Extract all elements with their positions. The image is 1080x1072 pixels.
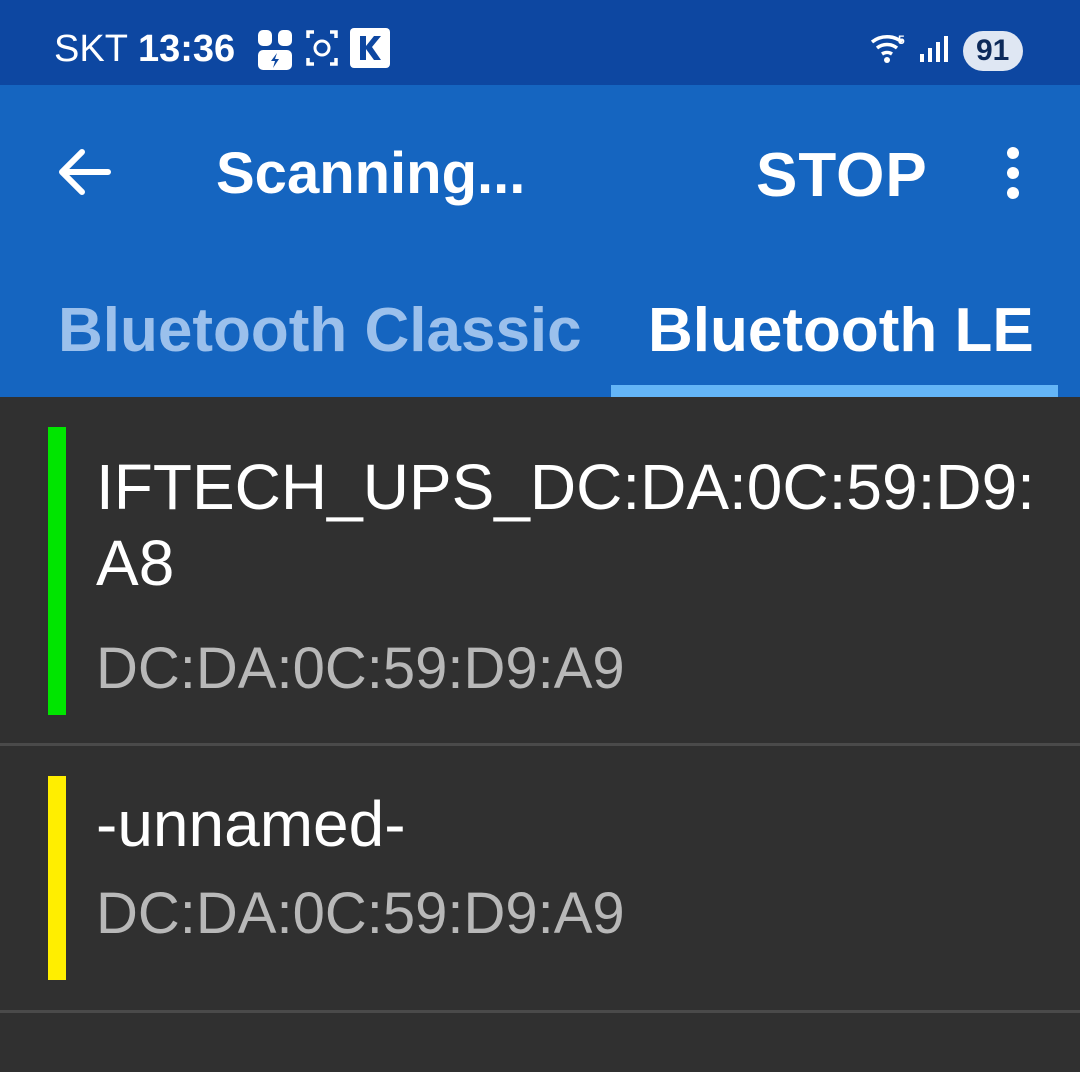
tab-bluetooth-classic[interactable]: Bluetooth Classic xyxy=(58,295,582,366)
signal-strength-bar xyxy=(48,776,66,980)
more-vert-icon[interactable] xyxy=(1000,145,1026,206)
tab-bar: Bluetooth Classic Bluetooth LE xyxy=(0,253,1080,397)
device-address: DC:DA:0C:59:D9:A9 xyxy=(96,636,625,701)
earbuds-charging-icon xyxy=(256,28,294,77)
wifi-icon: 5 xyxy=(868,32,914,71)
stop-button[interactable]: STOP xyxy=(756,140,928,211)
tab-bluetooth-le[interactable]: Bluetooth LE xyxy=(648,295,1034,366)
k-app-icon xyxy=(350,28,390,73)
svg-text:5: 5 xyxy=(898,33,905,47)
carrier-label: SKT xyxy=(54,28,128,70)
device-address: DC:DA:0C:59:D9:A9 xyxy=(96,881,625,946)
device-name: IFTECH_UPS_DC:DA:0C:59:D9:A8 xyxy=(96,451,1035,599)
status-bar: SKT 13:36 5 91 xyxy=(0,0,1080,85)
signal-icon xyxy=(918,34,950,69)
battery-level: 91 xyxy=(976,34,1010,67)
tab-indicator xyxy=(611,385,1058,397)
list-item[interactable]: IFTECH_UPS_DC:DA:0C:59:D9:A8 DC:DA:0C:59… xyxy=(0,397,1080,746)
device-name: -unnamed- xyxy=(96,788,406,860)
list-item[interactable]: -unnamed- DC:DA:0C:59:D9:A9 xyxy=(0,746,1080,1013)
clock: 13:36 xyxy=(138,28,236,70)
battery-icon: 91 xyxy=(962,30,1026,77)
page-title: Scanning... xyxy=(216,141,526,206)
signal-strength-bar xyxy=(48,427,66,715)
arrow-back-icon[interactable] xyxy=(56,146,112,203)
device-list: IFTECH_UPS_DC:DA:0C:59:D9:A8 DC:DA:0C:59… xyxy=(0,397,1080,1013)
screenshot-icon xyxy=(304,28,340,73)
